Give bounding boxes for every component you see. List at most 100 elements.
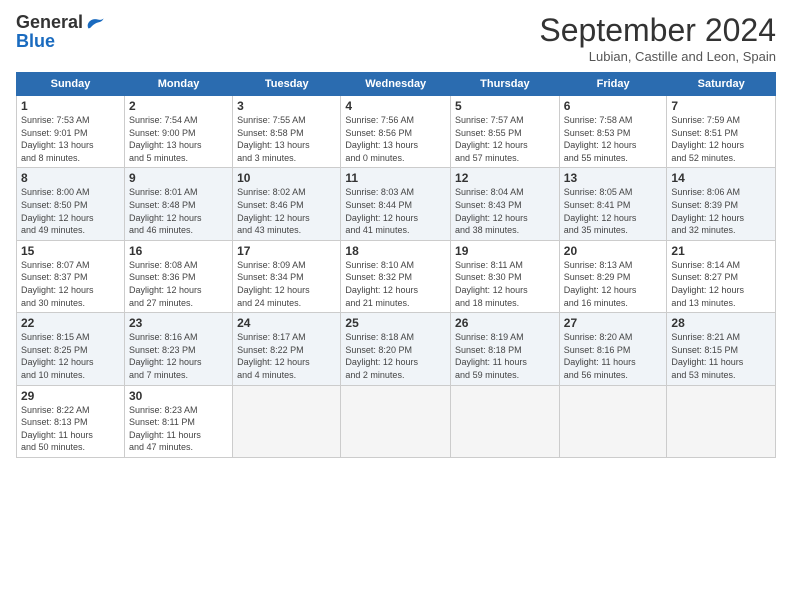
calendar-week-row: 1Sunrise: 7:53 AMSunset: 9:01 PMDaylight…	[17, 96, 776, 168]
table-row: 28Sunrise: 8:21 AMSunset: 8:15 PMDayligh…	[667, 313, 776, 385]
table-row: 12Sunrise: 8:04 AMSunset: 8:43 PMDayligh…	[451, 168, 560, 240]
table-row: 5Sunrise: 7:57 AMSunset: 8:55 PMDaylight…	[451, 96, 560, 168]
day-info-text: Sunrise: 8:19 AM	[455, 331, 555, 344]
day-info-text: and 50 minutes.	[21, 441, 120, 454]
table-row: 15Sunrise: 8:07 AMSunset: 8:37 PMDayligh…	[17, 240, 125, 312]
day-info-text: Daylight: 11 hours	[564, 356, 663, 369]
day-info-text: and 0 minutes.	[345, 152, 446, 165]
day-info-text: Sunset: 8:51 PM	[671, 127, 771, 140]
table-row: 14Sunrise: 8:06 AMSunset: 8:39 PMDayligh…	[667, 168, 776, 240]
day-info-text: Sunrise: 8:15 AM	[21, 331, 120, 344]
day-number: 25	[345, 316, 446, 330]
day-info-text: and 18 minutes.	[455, 297, 555, 310]
day-info-text: Sunset: 8:27 PM	[671, 271, 771, 284]
day-info-text: Sunset: 8:53 PM	[564, 127, 663, 140]
table-row: 2Sunrise: 7:54 AMSunset: 9:00 PMDaylight…	[124, 96, 232, 168]
table-row: 13Sunrise: 8:05 AMSunset: 8:41 PMDayligh…	[559, 168, 667, 240]
day-number: 24	[237, 316, 336, 330]
day-info-text: Daylight: 11 hours	[671, 356, 771, 369]
day-info-text: and 30 minutes.	[21, 297, 120, 310]
day-info-text: Sunrise: 7:59 AM	[671, 114, 771, 127]
day-number: 8	[21, 171, 120, 185]
day-info-text: Daylight: 12 hours	[21, 356, 120, 369]
day-info-text: Sunset: 8:37 PM	[21, 271, 120, 284]
header-sunday: Sunday	[17, 73, 125, 96]
day-info-text: Sunset: 8:30 PM	[455, 271, 555, 284]
day-info-text: Daylight: 12 hours	[129, 356, 228, 369]
day-info-text: and 10 minutes.	[21, 369, 120, 382]
day-info-text: Sunset: 8:16 PM	[564, 344, 663, 357]
day-info-text: and 47 minutes.	[129, 441, 228, 454]
day-info-text: Sunrise: 8:08 AM	[129, 259, 228, 272]
day-info-text: and 5 minutes.	[129, 152, 228, 165]
day-info-text: and 7 minutes.	[129, 369, 228, 382]
day-info-text: Sunrise: 8:05 AM	[564, 186, 663, 199]
day-number: 13	[564, 171, 663, 185]
header-monday: Monday	[124, 73, 232, 96]
table-row: 4Sunrise: 7:56 AMSunset: 8:56 PMDaylight…	[341, 96, 451, 168]
day-number: 23	[129, 316, 228, 330]
day-number: 30	[129, 389, 228, 403]
day-info-text: Sunset: 8:29 PM	[564, 271, 663, 284]
day-info-text: Sunset: 8:15 PM	[671, 344, 771, 357]
table-row: 8Sunrise: 8:00 AMSunset: 8:50 PMDaylight…	[17, 168, 125, 240]
table-row: 1Sunrise: 7:53 AMSunset: 9:01 PMDaylight…	[17, 96, 125, 168]
table-row: 19Sunrise: 8:11 AMSunset: 8:30 PMDayligh…	[451, 240, 560, 312]
day-info-text: Sunrise: 8:21 AM	[671, 331, 771, 344]
calendar-table: Sunday Monday Tuesday Wednesday Thursday…	[16, 72, 776, 458]
day-info-text: Sunset: 8:46 PM	[237, 199, 336, 212]
logo-blue: Blue	[16, 31, 55, 52]
day-number: 5	[455, 99, 555, 113]
logo-bird-icon	[85, 16, 105, 30]
day-info-text: and 4 minutes.	[237, 369, 336, 382]
day-number: 14	[671, 171, 771, 185]
table-row: 30Sunrise: 8:23 AMSunset: 8:11 PMDayligh…	[124, 385, 232, 457]
day-info-text: Daylight: 13 hours	[345, 139, 446, 152]
day-info-text: Sunrise: 8:10 AM	[345, 259, 446, 272]
day-info-text: Sunrise: 8:06 AM	[671, 186, 771, 199]
page-header: General Blue September 2024 Lubian, Cast…	[16, 12, 776, 64]
day-info-text: Daylight: 12 hours	[345, 284, 446, 297]
logo: General Blue	[16, 12, 105, 52]
day-info-text: Sunset: 8:13 PM	[21, 416, 120, 429]
day-info-text: Daylight: 12 hours	[345, 212, 446, 225]
table-row: 24Sunrise: 8:17 AMSunset: 8:22 PMDayligh…	[233, 313, 341, 385]
logo-general: General	[16, 12, 83, 33]
day-info-text: Sunrise: 7:54 AM	[129, 114, 228, 127]
day-number: 15	[21, 244, 120, 258]
day-info-text: Daylight: 12 hours	[564, 212, 663, 225]
header-friday: Friday	[559, 73, 667, 96]
day-info-text: Sunset: 8:56 PM	[345, 127, 446, 140]
day-number: 22	[21, 316, 120, 330]
day-info-text: Daylight: 12 hours	[455, 212, 555, 225]
day-info-text: Sunset: 8:25 PM	[21, 344, 120, 357]
table-row: 21Sunrise: 8:14 AMSunset: 8:27 PMDayligh…	[667, 240, 776, 312]
day-info-text: and 52 minutes.	[671, 152, 771, 165]
day-number: 3	[237, 99, 336, 113]
day-number: 17	[237, 244, 336, 258]
table-row: 7Sunrise: 7:59 AMSunset: 8:51 PMDaylight…	[667, 96, 776, 168]
day-number: 29	[21, 389, 120, 403]
day-info-text: Daylight: 12 hours	[21, 212, 120, 225]
day-number: 1	[21, 99, 120, 113]
day-info-text: Sunset: 8:22 PM	[237, 344, 336, 357]
day-info-text: Sunset: 8:48 PM	[129, 199, 228, 212]
day-info-text: Daylight: 13 hours	[129, 139, 228, 152]
day-info-text: and 16 minutes.	[564, 297, 663, 310]
day-info-text: Sunset: 8:20 PM	[345, 344, 446, 357]
day-number: 2	[129, 99, 228, 113]
day-info-text: and 21 minutes.	[345, 297, 446, 310]
table-row: 3Sunrise: 7:55 AMSunset: 8:58 PMDaylight…	[233, 96, 341, 168]
day-info-text: Sunrise: 8:22 AM	[21, 404, 120, 417]
day-info-text: and 41 minutes.	[345, 224, 446, 237]
day-info-text: Sunset: 8:58 PM	[237, 127, 336, 140]
day-number: 26	[455, 316, 555, 330]
day-number: 11	[345, 171, 446, 185]
day-info-text: Daylight: 12 hours	[564, 284, 663, 297]
day-number: 6	[564, 99, 663, 113]
day-info-text: Daylight: 12 hours	[21, 284, 120, 297]
day-info-text: Daylight: 13 hours	[21, 139, 120, 152]
day-number: 16	[129, 244, 228, 258]
day-info-text: Daylight: 12 hours	[455, 139, 555, 152]
day-info-text: and 49 minutes.	[21, 224, 120, 237]
